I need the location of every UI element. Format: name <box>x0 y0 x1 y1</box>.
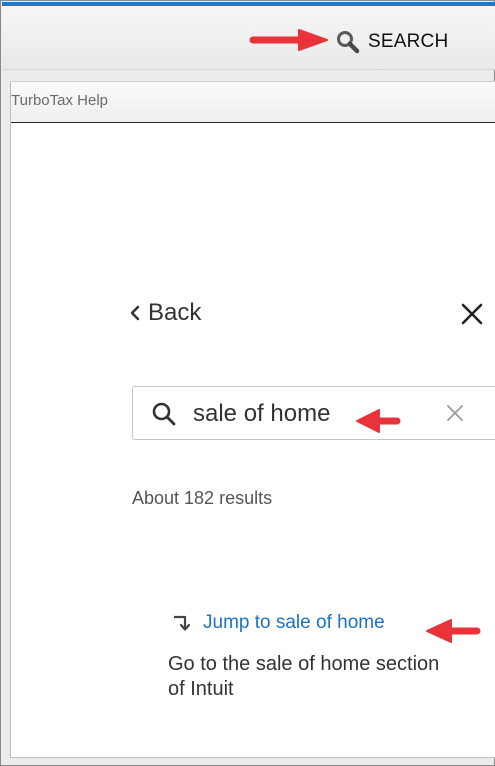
chevron-left-icon <box>130 305 140 321</box>
clear-icon[interactable] <box>446 404 464 422</box>
annotation-arrow-icon <box>426 619 481 643</box>
help-search-box <box>132 386 495 440</box>
jump-link-label: Jump to sale of home <box>203 612 385 633</box>
jump-arrow-icon <box>174 615 191 631</box>
jump-description: Go to the sale of home section of Intuit <box>168 653 440 700</box>
help-panel-header: TurboTax Help <box>11 82 495 123</box>
header-search-label: SEARCH <box>368 31 449 52</box>
search-icon <box>337 31 360 54</box>
search-icon <box>152 402 176 426</box>
back-button[interactable]: Back <box>129 299 201 327</box>
header-search-button[interactable]: SEARCH <box>335 28 448 56</box>
help-panel: TurboTax Help Back About 182 results <box>10 81 495 758</box>
screenshot-frame: SEARCH TurboTax Help Back sale of home A… <box>0 0 495 766</box>
close-icon[interactable] <box>460 302 484 326</box>
annotation-arrow-icon <box>356 409 401 433</box>
help-panel-title: TurboTax Help <box>11 92 108 109</box>
results-count: About 182 results <box>132 488 273 508</box>
annotation-arrow-icon <box>249 29 328 51</box>
jump-to-link[interactable]: Jump to sale of home <box>171 612 385 634</box>
back-label: Back <box>148 299 202 326</box>
